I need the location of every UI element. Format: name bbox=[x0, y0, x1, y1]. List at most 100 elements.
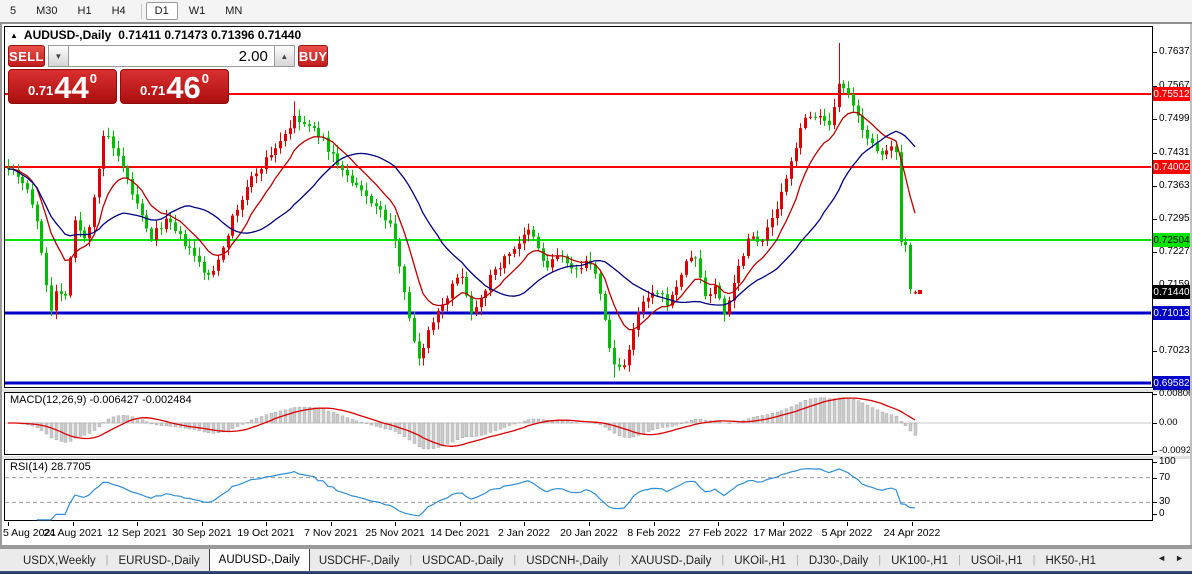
timeframe-toolbar: 5 M30 H1 H4 D1 W1 MN bbox=[0, 0, 1192, 22]
volume-decrease-button[interactable]: ▼ bbox=[47, 45, 69, 67]
date-axis-tick bbox=[524, 522, 525, 526]
macd-axis-label: -0.00928 bbox=[1159, 445, 1192, 456]
window-top-border bbox=[0, 22, 1192, 24]
rsi-axis-label: 70 bbox=[1159, 472, 1171, 483]
date-axis-tick bbox=[847, 522, 848, 526]
timeframe-button-d1[interactable]: D1 bbox=[145, 2, 178, 20]
volume-increase-button[interactable]: ▲ bbox=[273, 45, 295, 67]
rsi-axis-label: 30 bbox=[1159, 496, 1171, 507]
collapse-panel-icon[interactable]: ▲ bbox=[10, 31, 18, 40]
chart-tab-usdcad-daily[interactable]: USDCAD-,Daily bbox=[413, 551, 512, 571]
sell-price-sup: 0 bbox=[89, 71, 98, 86]
toolbar-separator bbox=[140, 3, 142, 19]
date-axis-tick bbox=[783, 522, 784, 526]
price-level-badge-0.71013: 0.71013 bbox=[1153, 306, 1190, 320]
volume-input[interactable] bbox=[68, 45, 274, 67]
chart-tab-xauusd-daily[interactable]: XAUUSD-,Daily bbox=[622, 551, 721, 571]
price-level-badge-0.74002: 0.74002 bbox=[1153, 160, 1190, 174]
rsi-axis-tick bbox=[1153, 514, 1157, 515]
buy-price-sup: 0 bbox=[201, 71, 210, 86]
buy-price-box[interactable]: 0.71 46 0 bbox=[120, 69, 229, 104]
chart-tab-strip: USDX,Weekly | EURUSD-,Daily AUDUSD-,Daily US… bbox=[0, 548, 1192, 571]
sell-price-prefix: 0.71 bbox=[27, 83, 54, 98]
price-axis-tick bbox=[1153, 52, 1157, 53]
date-axis-tick bbox=[718, 522, 719, 526]
macd-axis-tick bbox=[1153, 423, 1157, 424]
price-axis-label: 0.74310 bbox=[1159, 147, 1192, 158]
timeframe-button-h4[interactable]: H4 bbox=[103, 2, 135, 20]
chart-tab-usdchf-daily[interactable]: USDCHF-,Daily bbox=[310, 551, 409, 571]
chart-tab-audusd-daily[interactable]: AUDUSD-,Daily bbox=[208, 549, 310, 571]
rsi-axis-tick bbox=[1153, 462, 1157, 463]
buy-price-big: 46 bbox=[166, 70, 201, 105]
date-axis-label: 19 Oct 2021 bbox=[237, 527, 295, 539]
chart-tab-usdx-weekly[interactable]: USDX,Weekly bbox=[14, 551, 105, 571]
date-axis-label: 27 Feb 2022 bbox=[688, 527, 748, 539]
chart-tab-hk50-h1[interactable]: HK50-,H1 bbox=[1037, 551, 1106, 571]
tabs-scroll-right-button[interactable]: ► bbox=[1175, 553, 1184, 563]
date-axis-tick bbox=[395, 522, 396, 526]
arrow-down-icon: ▼ bbox=[54, 51, 63, 61]
date-axis-tick bbox=[202, 522, 203, 526]
date-axis-label: 5 Apr 2022 bbox=[821, 527, 873, 539]
price-axis-label: 0.72950 bbox=[1159, 213, 1192, 224]
chart-tab-uk100-h1[interactable]: UK100-,H1 bbox=[882, 551, 957, 571]
buy-button[interactable]: BUY bbox=[297, 45, 329, 67]
ohlc-values: 0.71411 0.71473 0.71396 0.71440 bbox=[118, 28, 302, 42]
sell-price-big: 44 bbox=[54, 70, 89, 105]
date-axis-tick bbox=[654, 522, 655, 526]
date-axis-label: 7 Nov 2021 bbox=[304, 527, 358, 539]
timeframe-button-w1[interactable]: W1 bbox=[180, 2, 215, 20]
date-axis-tick bbox=[137, 522, 138, 526]
date-axis-label: 17 Mar 2022 bbox=[753, 527, 813, 539]
date-axis-label: 20 Jan 2022 bbox=[560, 527, 618, 539]
rsi-axis-tick bbox=[1153, 478, 1157, 479]
date-axis-tick bbox=[460, 522, 461, 526]
timeframe-button-h1[interactable]: H1 bbox=[69, 2, 101, 20]
date-axis-label: 8 Feb 2022 bbox=[627, 527, 681, 539]
price-axis-label: 0.74990 bbox=[1159, 113, 1192, 124]
date-axis-tick bbox=[912, 522, 913, 526]
chart-title: ▲ AUDUSD-,Daily 0.71411 0.71473 0.71396 … bbox=[10, 28, 301, 42]
price-axis-tick bbox=[1153, 252, 1157, 253]
macd-axis-label: 0.008061 bbox=[1159, 388, 1192, 399]
one-click-trading-panel: SELL ▼ ▲ BUY 0.71 44 0 0.71 46 0 bbox=[8, 45, 329, 104]
window-left-border bbox=[0, 24, 2, 545]
chart-tab-eurusd-daily[interactable]: EURUSD-,Daily bbox=[110, 551, 209, 571]
date-axis-label: 24 Aug 2021 bbox=[43, 527, 103, 539]
timeframe-button-m30[interactable]: M30 bbox=[27, 2, 66, 20]
macd-axis-label: 0.00 bbox=[1159, 417, 1178, 428]
price-level-badge-0.71440: 0.71440 bbox=[1153, 285, 1190, 299]
price-axis-label: 0.76370 bbox=[1159, 46, 1192, 57]
price-axis-tick bbox=[1153, 119, 1157, 120]
price-axis-tick bbox=[1153, 351, 1157, 352]
price-axis-tick bbox=[1153, 186, 1157, 187]
date-axis-label: 14 Dec 2021 bbox=[430, 527, 490, 539]
buy-price-prefix: 0.71 bbox=[139, 83, 166, 98]
date-axis-tick bbox=[266, 522, 267, 526]
chart-tab-usoil-h1[interactable]: USOil-,H1 bbox=[962, 551, 1032, 571]
price-axis-label: 0.73630 bbox=[1159, 180, 1192, 191]
tabs-scroll-left-button[interactable]: ◄ bbox=[1157, 553, 1166, 563]
macd-axis-tick bbox=[1153, 451, 1157, 452]
price-axis[interactable]: 0.76370 0.75670 0.74990 0.74310 0.73630 0.729… bbox=[1153, 0, 1192, 574]
date-axis-label: 30 Sep 2021 bbox=[172, 527, 232, 539]
price-level-badge-0.72504: 0.72504 bbox=[1153, 233, 1190, 247]
chart-tab-dj30-daily[interactable]: DJ30-,Daily bbox=[800, 551, 877, 571]
timeframe-button-5[interactable]: 5 bbox=[1, 2, 25, 20]
chart-tab-usdcnh-daily[interactable]: USDCNH-,Daily bbox=[517, 551, 617, 571]
chart-tab-ukoil-h1[interactable]: UKOil-,H1 bbox=[725, 551, 795, 571]
sell-button[interactable]: SELL bbox=[8, 45, 45, 67]
timeframe-button-mn[interactable]: MN bbox=[216, 2, 251, 20]
price-axis-tick bbox=[1153, 219, 1157, 220]
arrow-up-icon: ▲ bbox=[280, 51, 289, 61]
macd-axis-tick bbox=[1153, 394, 1157, 395]
rsi-axis-label: 100 bbox=[1159, 456, 1176, 467]
date-axis-label: 12 Sep 2021 bbox=[107, 527, 167, 539]
sell-price-box[interactable]: 0.71 44 0 bbox=[8, 69, 117, 104]
price-axis-tick bbox=[1153, 153, 1157, 154]
price-axis-label: 0.72270 bbox=[1159, 246, 1192, 257]
rsi-axis-tick bbox=[1153, 502, 1157, 503]
rsi-axis-label: 0 bbox=[1159, 508, 1165, 519]
date-axis-label: 24 Apr 2022 bbox=[883, 527, 941, 539]
